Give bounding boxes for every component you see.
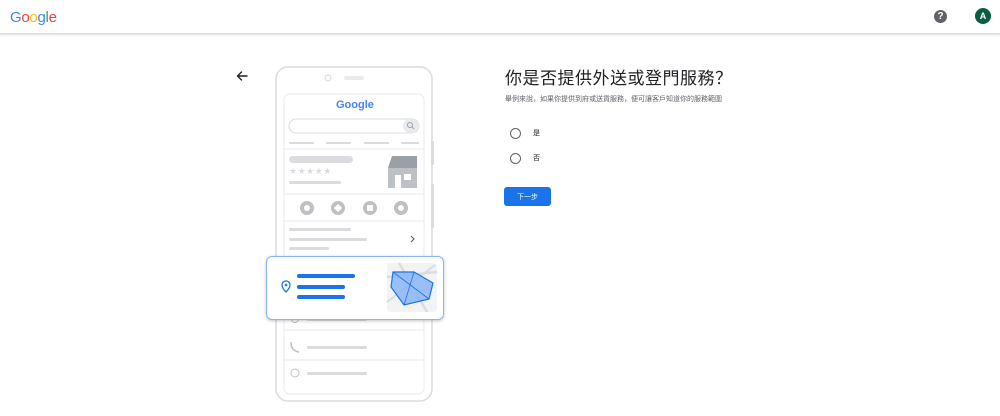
option-no[interactable]: 否 xyxy=(510,151,540,165)
page-title: 你是否提供外送或登門服務？ xyxy=(505,69,733,88)
radio-yes[interactable] xyxy=(510,127,521,139)
next-button[interactable]: 下一步 xyxy=(504,187,551,206)
rating-stars: ★★★★★ xyxy=(289,166,332,176)
google-logo[interactable]: Google xyxy=(10,9,57,26)
page-description: 舉例來說，如果你提供到府或送貨服務，便可讓客戶知道你的服務範圍 xyxy=(505,96,722,103)
top-bar: Google ? A xyxy=(0,0,1000,34)
option-yes[interactable]: 是 xyxy=(510,126,540,140)
service-area-card xyxy=(266,256,444,320)
help-icon[interactable]: ? xyxy=(934,10,947,23)
phone-illustration: Google ★★★★★ xyxy=(274,66,434,402)
location-pin-icon xyxy=(281,280,291,293)
phone-google-logo: Google xyxy=(336,99,374,111)
option-no-label: 否 xyxy=(533,155,540,162)
option-yes-label: 是 xyxy=(533,130,540,137)
radio-no[interactable] xyxy=(510,152,521,164)
avatar[interactable]: A xyxy=(975,8,991,24)
back-arrow-icon[interactable] xyxy=(234,68,250,84)
